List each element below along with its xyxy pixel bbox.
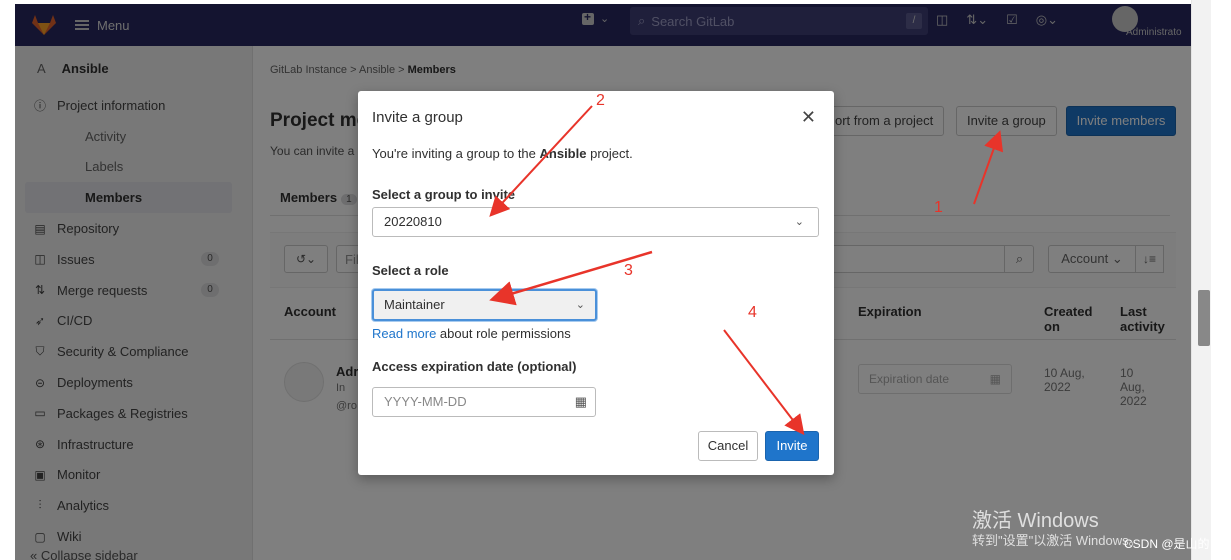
expiration-label: Access expiration date (optional) bbox=[372, 359, 577, 374]
read-more-link[interactable]: Read more bbox=[372, 326, 436, 341]
page-scrollbar[interactable] bbox=[1191, 0, 1211, 560]
windows-watermark-title: 激活 Windows bbox=[972, 510, 1099, 532]
chevron-down-icon: ⌄ bbox=[794, 216, 804, 228]
subtitle-project: Ansible bbox=[539, 146, 587, 161]
invite-button[interactable]: Invite bbox=[765, 431, 819, 461]
role-select-label: Select a role bbox=[372, 263, 449, 278]
annotation-number-3: 3 bbox=[624, 262, 633, 279]
read-more-suffix: about role permissions bbox=[436, 326, 571, 341]
role-select-value: Maintainer bbox=[384, 297, 445, 312]
role-select[interactable]: Maintainer ⌄ bbox=[372, 289, 597, 321]
group-select-value: 20220810 bbox=[384, 214, 442, 229]
subtitle-suffix: project. bbox=[586, 146, 633, 161]
invite-group-modal: Invite a group ✕ You're inviting a group… bbox=[358, 91, 834, 475]
subtitle-prefix: You're inviting a group to the bbox=[372, 146, 540, 161]
annotation-number-4: 4 bbox=[748, 304, 757, 321]
scroll-handle[interactable] bbox=[1198, 290, 1210, 346]
modal-subtitle: You're inviting a group to the Ansible p… bbox=[372, 146, 633, 161]
group-select[interactable]: 20220810 ⌄ bbox=[372, 207, 819, 237]
calendar-icon[interactable]: ▦ bbox=[575, 388, 587, 416]
modal-title: Invite a group bbox=[372, 109, 463, 126]
windows-watermark-sub: 转到"设置"以激活 Windows。 bbox=[972, 533, 1142, 548]
cancel-button[interactable]: Cancel bbox=[698, 431, 758, 461]
annotation-number-2: 2 bbox=[596, 92, 605, 109]
expiration-date-field[interactable]: YYYY-MM-DD ▦ bbox=[372, 387, 596, 417]
close-icon[interactable]: ✕ bbox=[801, 107, 816, 128]
role-help-text: Read more about role permissions bbox=[372, 326, 571, 341]
group-select-label: Select a group to invite bbox=[372, 187, 516, 202]
csdn-watermark: CSDN @是山的 bbox=[1124, 537, 1210, 551]
date-placeholder: YYYY-MM-DD bbox=[384, 394, 467, 409]
annotation-number-1: 1 bbox=[934, 199, 943, 216]
chevron-down-icon: ⌄ bbox=[575, 299, 585, 311]
